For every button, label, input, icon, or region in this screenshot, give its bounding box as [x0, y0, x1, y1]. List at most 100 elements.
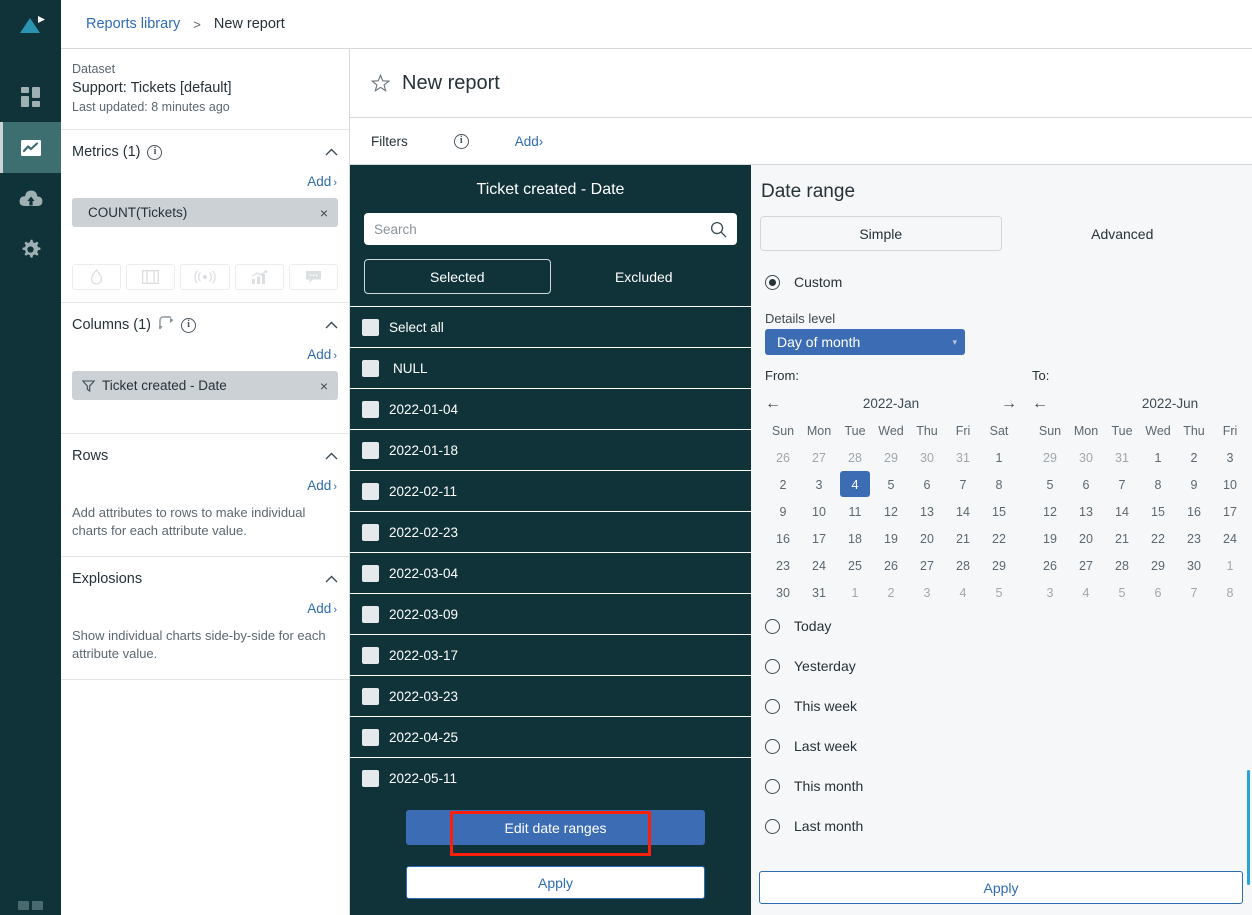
next-month-arrow-icon[interactable]: →: [993, 395, 1017, 413]
calendar-day[interactable]: 3: [1212, 444, 1248, 471]
viz-bar-chart-up-button[interactable]: [235, 264, 284, 290]
checkbox-icon[interactable]: [362, 729, 379, 746]
calendar-day[interactable]: 23: [1176, 525, 1212, 552]
rows-add-link[interactable]: Add›: [72, 474, 338, 502]
filter-value-row[interactable]: 2022-01-04: [350, 388, 751, 429]
info-icon[interactable]: i: [454, 134, 469, 149]
checkbox-icon[interactable]: [362, 606, 379, 623]
calendar-day[interactable]: 20: [1068, 525, 1104, 552]
calendar-day[interactable]: 29: [981, 552, 1017, 579]
calendar-day[interactable]: 1: [1140, 444, 1176, 471]
calendar-day[interactable]: 11: [1248, 471, 1252, 498]
explosions-add-link[interactable]: Add›: [72, 597, 338, 625]
calendar-day[interactable]: 23: [765, 552, 801, 579]
calendar-day[interactable]: 4: [1248, 444, 1252, 471]
filter-value-row[interactable]: 2022-01-18: [350, 429, 751, 470]
calendar-day[interactable]: 4: [945, 579, 981, 606]
calendar-day[interactable]: 4: [1068, 579, 1104, 606]
calendar-day[interactable]: 24: [1212, 525, 1248, 552]
column-chip[interactable]: Ticket created - Date ×: [72, 371, 338, 400]
calendar-day[interactable]: 19: [873, 525, 909, 552]
calendar-day[interactable]: 27: [1068, 552, 1104, 579]
calendar-day[interactable]: 8: [1212, 579, 1248, 606]
checkbox-icon[interactable]: [362, 401, 379, 418]
calendar-day[interactable]: 27: [909, 552, 945, 579]
calendar-day[interactable]: 5: [1032, 471, 1068, 498]
filter-value-list[interactable]: Select allNULL2022-01-042022-01-182022-0…: [350, 306, 751, 800]
rail-item-upload[interactable]: [0, 173, 61, 224]
rail-item-reports[interactable]: [0, 122, 61, 173]
tab-simple[interactable]: Simple: [760, 216, 1002, 251]
search-input[interactable]: [364, 214, 710, 244]
breadcrumb-reports-library-link[interactable]: Reports library: [86, 16, 180, 32]
filter-value-row[interactable]: 2022-03-09: [350, 593, 751, 634]
viz-broadcast-button[interactable]: [180, 264, 229, 290]
chevron-up-icon[interactable]: [325, 146, 338, 158]
calendar-day[interactable]: 13: [1068, 498, 1104, 525]
tab-excluded[interactable]: Excluded: [551, 259, 738, 294]
checkbox-icon[interactable]: [362, 688, 379, 705]
calendar-day[interactable]: 11: [837, 498, 873, 525]
radio-custom[interactable]: Custom: [751, 262, 1252, 302]
apply-filter-button[interactable]: Apply: [406, 866, 705, 899]
calendar-day[interactable]: 2: [765, 471, 801, 498]
date-preset-row[interactable]: This month: [751, 766, 1252, 806]
calendar-day[interactable]: 2: [873, 579, 909, 606]
calendar-day[interactable]: 6: [1068, 471, 1104, 498]
calendar-to-grid[interactable]: SunMonTueWedThuFriSat2930311234567891011…: [1032, 417, 1252, 606]
calendar-day[interactable]: 1: [837, 579, 873, 606]
search-icon[interactable]: [710, 221, 737, 238]
calendar-day[interactable]: 30: [1176, 552, 1212, 579]
filter-value-row[interactable]: 2022-02-11: [350, 470, 751, 511]
page-title[interactable]: New report: [402, 72, 500, 95]
checkbox-icon[interactable]: [362, 483, 379, 500]
calendar-day[interactable]: 26: [765, 444, 801, 471]
calendar-day[interactable]: 1: [981, 444, 1017, 471]
filter-value-row[interactable]: 2022-03-04: [350, 552, 751, 593]
calendar-from-grid[interactable]: SunMonTueWedThuFriSat2627282930311234567…: [765, 417, 1017, 606]
dataset-name[interactable]: Support: Tickets [default]: [72, 78, 349, 98]
date-preset-row[interactable]: This week: [751, 686, 1252, 726]
chevron-up-icon[interactable]: [325, 573, 338, 585]
calendar-day[interactable]: 29: [1140, 552, 1176, 579]
calendar-day[interactable]: 10: [1212, 471, 1248, 498]
calendar-day[interactable]: 17: [1212, 498, 1248, 525]
calendar-day[interactable]: 31: [801, 579, 837, 606]
calendar-day[interactable]: 17: [801, 525, 837, 552]
checkbox-icon[interactable]: [362, 647, 379, 664]
checkbox-icon[interactable]: [362, 565, 379, 582]
date-preset-row[interactable]: Yesterday: [751, 646, 1252, 686]
calendar-day[interactable]: 28: [1104, 552, 1140, 579]
calendar-day[interactable]: 6: [1140, 579, 1176, 606]
metric-chip-remove-button[interactable]: ×: [320, 205, 328, 221]
calendar-day[interactable]: 2: [1176, 444, 1212, 471]
calendar-day[interactable]: 9: [765, 498, 801, 525]
calendar-day[interactable]: 25: [837, 552, 873, 579]
calendar-day[interactable]: 13: [909, 498, 945, 525]
calendar-day[interactable]: 6: [909, 471, 945, 498]
details-level-select[interactable]: Day of month ▾: [765, 329, 965, 355]
calendar-day[interactable]: 1: [1212, 552, 1248, 579]
date-preset-row[interactable]: Last month: [751, 806, 1252, 846]
calendar-day[interactable]: 26: [1032, 552, 1068, 579]
app-logo[interactable]: [0, 0, 61, 49]
viz-table-columns-button[interactable]: [126, 264, 175, 290]
checkbox-icon[interactable]: [362, 770, 379, 787]
filter-value-row[interactable]: Select all: [350, 306, 751, 347]
calendar-day[interactable]: 31: [1104, 444, 1140, 471]
viz-comment-button[interactable]: [289, 264, 338, 290]
checkbox-icon[interactable]: [362, 524, 379, 541]
prev-month-arrow-icon[interactable]: ←: [765, 395, 789, 413]
date-preset-row[interactable]: Last week: [751, 726, 1252, 766]
calendar-day[interactable]: 7: [1176, 579, 1212, 606]
chevron-up-icon[interactable]: [325, 319, 338, 331]
filter-value-row[interactable]: 2022-05-11: [350, 757, 751, 798]
columns-add-link[interactable]: Add›: [72, 343, 338, 371]
calendar-day[interactable]: 8: [1140, 471, 1176, 498]
column-chip-remove-button[interactable]: ×: [320, 378, 328, 394]
tab-advanced[interactable]: Advanced: [1002, 216, 1244, 251]
calendar-day[interactable]: 22: [1140, 525, 1176, 552]
calendar-day[interactable]: 19: [1032, 525, 1068, 552]
tab-selected[interactable]: Selected: [364, 259, 551, 294]
chevron-up-icon[interactable]: [325, 450, 338, 462]
